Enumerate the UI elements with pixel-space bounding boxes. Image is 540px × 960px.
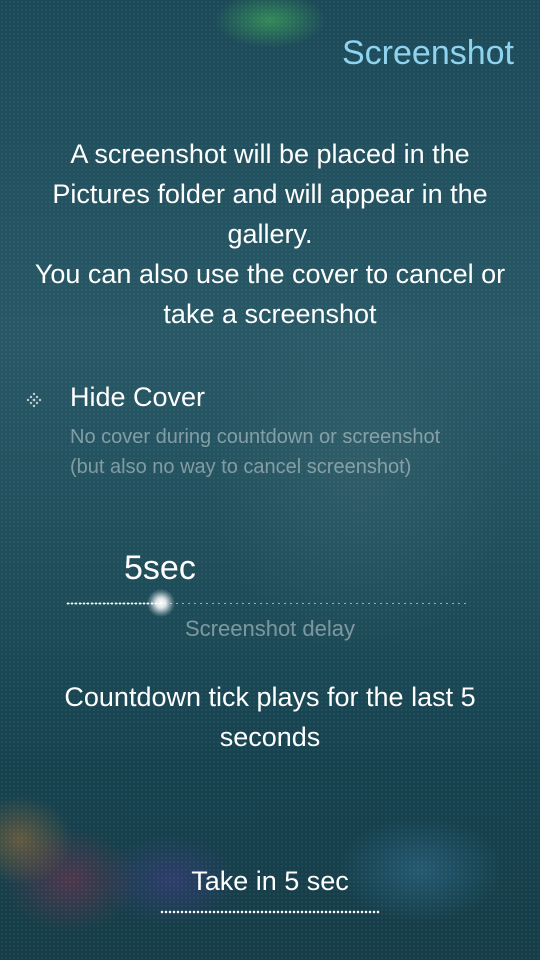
slider-handle[interactable] [147, 589, 175, 617]
switch-indicator-icon [26, 392, 42, 408]
hide-cover-description-line: (but also no way to cancel screenshot) [70, 456, 412, 478]
intro-line: gallery. [227, 219, 313, 249]
intro-line: Pictures folder and will appear in the [52, 179, 488, 209]
hide-cover-switch[interactable]: Hide Cover No cover during countdown or … [0, 378, 540, 478]
countdown-note: Countdown tick plays for the last 5 seco… [0, 677, 540, 757]
slider-value-label: 5sec [124, 549, 196, 587]
screenshot-delay-slider[interactable]: 5sec Screenshot delay [0, 545, 540, 655]
intro-line: A screenshot will be placed in the [70, 139, 470, 169]
take-screenshot-button-label: Take in 5 sec [191, 866, 349, 896]
hide-cover-description-line: No cover during countdown or screenshot [70, 426, 441, 448]
slider-label: Screenshot delay [185, 616, 355, 641]
intro-line: take a screenshot [163, 299, 377, 329]
hide-cover-description: No cover during countdown or screenshot … [70, 422, 510, 482]
hide-cover-label: Hide Cover [70, 382, 206, 412]
countdown-note-line: Countdown tick plays for the last 5 [64, 682, 476, 712]
button-underline [160, 910, 380, 914]
take-screenshot-button[interactable]: Take in 5 sec [0, 866, 540, 914]
intro-text: A screenshot will be placed in the Pictu… [0, 134, 540, 334]
page-title: Screenshot [342, 34, 514, 72]
countdown-note-line: seconds [219, 722, 321, 752]
intro-line: You can also use the cover to cancel or [34, 259, 506, 289]
